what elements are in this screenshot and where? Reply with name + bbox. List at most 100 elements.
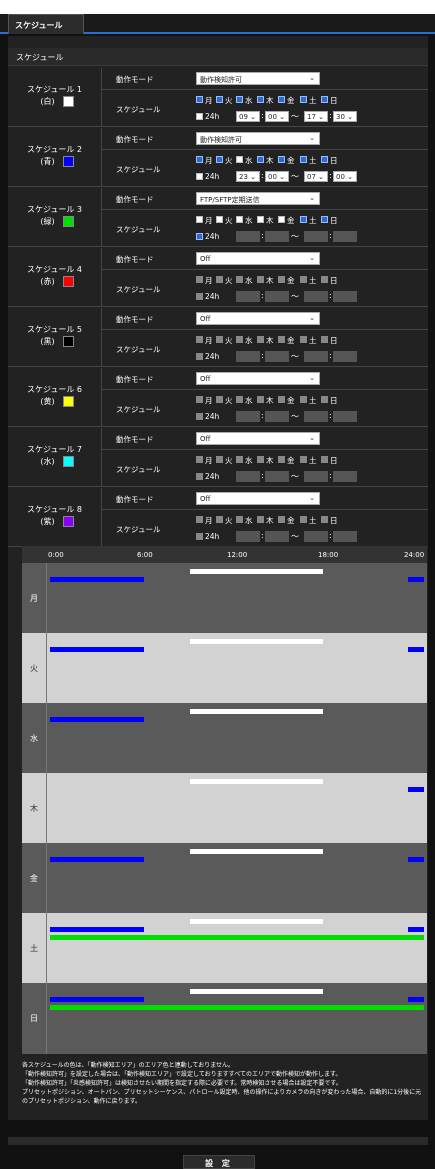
time-select[interactable]: 17 ⌄	[304, 111, 328, 122]
checkbox[interactable]	[278, 156, 285, 163]
checkbox[interactable]	[278, 516, 285, 523]
time-select[interactable]	[265, 411, 289, 422]
time-select[interactable]: 00 ⌄	[265, 111, 289, 122]
h24-checkbox[interactable]	[196, 533, 203, 540]
time-select[interactable]	[333, 231, 357, 242]
h24-checkbox[interactable]	[196, 233, 203, 240]
checkbox[interactable]	[196, 396, 203, 403]
checkbox[interactable]	[236, 396, 243, 403]
time-select[interactable]	[265, 531, 289, 542]
checkbox[interactable]	[257, 336, 264, 343]
checkbox[interactable]	[278, 96, 285, 103]
set-button[interactable]: 設 定	[183, 1155, 255, 1169]
checkbox[interactable]	[321, 96, 328, 103]
checkbox[interactable]	[321, 276, 328, 283]
time-select[interactable]	[265, 471, 289, 482]
h24-checkbox[interactable]	[196, 293, 203, 300]
time-select[interactable]	[265, 291, 289, 302]
mode-select[interactable]: Off ⌄	[196, 372, 320, 385]
time-select[interactable]	[304, 471, 328, 482]
time-select[interactable]	[236, 531, 260, 542]
mode-select[interactable]: 動作検知許可 ⌄	[196, 72, 320, 85]
time-select[interactable]	[333, 291, 357, 302]
checkbox[interactable]	[300, 276, 307, 283]
h24-checkbox[interactable]	[196, 473, 203, 480]
time-select[interactable]: 23 ⌄	[236, 171, 260, 182]
checkbox[interactable]	[300, 516, 307, 523]
checkbox[interactable]	[196, 216, 203, 223]
checkbox[interactable]	[278, 276, 285, 283]
h24-checkbox[interactable]	[196, 173, 203, 180]
checkbox[interactable]	[300, 216, 307, 223]
h24-checkbox[interactable]	[196, 353, 203, 360]
checkbox[interactable]	[300, 456, 307, 463]
checkbox[interactable]	[216, 516, 223, 523]
checkbox[interactable]	[236, 96, 243, 103]
time-select[interactable]	[236, 231, 260, 242]
checkbox[interactable]	[196, 516, 203, 523]
checkbox[interactable]	[216, 216, 223, 223]
mode-select[interactable]: FTP/SFTP定期送信 ⌄	[196, 192, 320, 205]
checkbox[interactable]	[321, 336, 328, 343]
checkbox[interactable]	[300, 396, 307, 403]
checkbox[interactable]	[321, 516, 328, 523]
time-select[interactable]	[265, 231, 289, 242]
time-select[interactable]: 00 ⌄	[333, 171, 357, 182]
checkbox[interactable]	[216, 156, 223, 163]
checkbox[interactable]	[257, 96, 264, 103]
time-select[interactable]	[304, 231, 328, 242]
time-select[interactable]	[236, 471, 260, 482]
checkbox[interactable]	[278, 336, 285, 343]
time-select[interactable]	[333, 531, 357, 542]
tab-schedule[interactable]: スケジュール	[8, 14, 84, 34]
mode-select[interactable]: Off ⌄	[196, 252, 320, 265]
checkbox[interactable]	[300, 156, 307, 163]
mode-select[interactable]: 動作検知許可 ⌄	[196, 132, 320, 145]
checkbox[interactable]	[257, 516, 264, 523]
checkbox[interactable]	[216, 96, 223, 103]
checkbox[interactable]	[216, 336, 223, 343]
checkbox[interactable]	[196, 156, 203, 163]
time-select[interactable]	[265, 351, 289, 362]
checkbox[interactable]	[321, 156, 328, 163]
checkbox[interactable]	[236, 156, 243, 163]
time-select[interactable]	[304, 291, 328, 302]
time-select[interactable]	[236, 411, 260, 422]
mode-select[interactable]: Off ⌄	[196, 492, 320, 505]
checkbox[interactable]	[300, 336, 307, 343]
checkbox[interactable]	[321, 216, 328, 223]
h24-checkbox[interactable]	[196, 413, 203, 420]
checkbox[interactable]	[257, 276, 264, 283]
checkbox[interactable]	[257, 456, 264, 463]
time-select[interactable]	[304, 351, 328, 362]
time-select[interactable]: 00 ⌄	[265, 171, 289, 182]
checkbox[interactable]	[216, 456, 223, 463]
checkbox[interactable]	[278, 396, 285, 403]
checkbox[interactable]	[196, 96, 203, 103]
time-select[interactable]	[236, 351, 260, 362]
time-select[interactable]: 07 ⌄	[304, 171, 328, 182]
checkbox[interactable]	[321, 456, 328, 463]
checkbox[interactable]	[236, 276, 243, 283]
checkbox[interactable]	[196, 276, 203, 283]
checkbox[interactable]	[236, 216, 243, 223]
checkbox[interactable]	[216, 396, 223, 403]
checkbox[interactable]	[216, 276, 223, 283]
checkbox[interactable]	[236, 336, 243, 343]
checkbox[interactable]	[257, 216, 264, 223]
time-select[interactable]	[333, 351, 357, 362]
checkbox[interactable]	[257, 156, 264, 163]
time-select[interactable]	[304, 411, 328, 422]
checkbox[interactable]	[278, 216, 285, 223]
checkbox[interactable]	[236, 516, 243, 523]
checkbox[interactable]	[236, 456, 243, 463]
time-select[interactable]	[333, 411, 357, 422]
time-select[interactable]	[333, 471, 357, 482]
checkbox[interactable]	[257, 396, 264, 403]
checkbox[interactable]	[196, 456, 203, 463]
time-select[interactable]	[236, 291, 260, 302]
time-select[interactable]: 30 ⌄	[333, 111, 357, 122]
h24-checkbox[interactable]	[196, 113, 203, 120]
checkbox[interactable]	[196, 336, 203, 343]
mode-select[interactable]: Off ⌄	[196, 312, 320, 325]
